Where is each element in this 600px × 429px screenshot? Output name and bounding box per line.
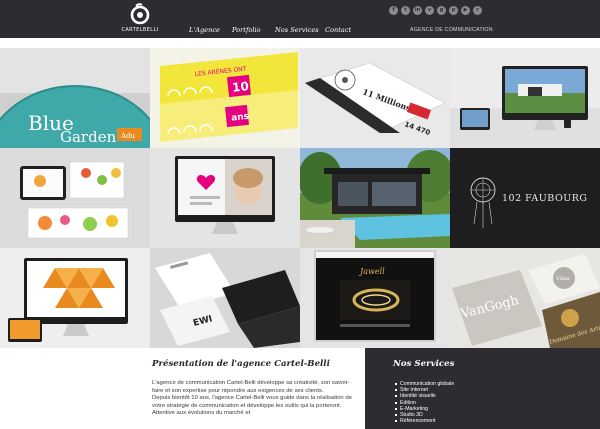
jewelry-logo-text: Jawell [358,267,385,276]
imac-website-image [450,48,600,148]
nav-item-contact[interactable]: Contact [325,26,351,34]
tile-102-faubourg[interactable]: 102 FAUBOURG [450,148,600,248]
tablet-catalog-image [0,148,150,248]
arenes-unit: ans [231,112,250,124]
blue-garden-word2: Garden [60,128,117,146]
vangogh-image: VanGogh Villas Domaine des Artistes [450,248,600,348]
tile-imac-child[interactable] [150,148,300,248]
viadeo-icon[interactable]: v [425,6,434,15]
linkedin-icon[interactable]: in [413,6,422,15]
agency-label: AGENCE DE COMMUNICATION [410,27,493,33]
arenes-image: LES ARÈNES ONT 10 ans [150,48,300,148]
presentation-title: Présentation de l'agence Cartel-Belli [152,359,330,369]
logo-mark-icon [130,3,150,25]
services-list: Communication globale Site Internet Iden… [395,381,454,424]
twitter-icon[interactable]: t [401,6,410,15]
business-cards-image: EWI [150,248,300,348]
google-plus-icon[interactable]: g [437,6,446,15]
services-section: Nos Services Communication globale Site … [365,348,600,429]
presentation-paragraph-1: L'agence de communication Cartel-Belli d… [152,380,350,394]
presentation-text: L'agence de communication Cartel-Belli d… [152,380,357,418]
portfolio-grid: Blue Garden Adu LES ARÈNES ONT 10 ans 11… [0,48,600,348]
faubourg-title: 102 FAUBOURG [502,193,587,204]
tile-imac-triangles[interactable] [0,248,150,348]
rss-icon[interactable]: r [473,6,482,15]
imac-triangles-image [0,248,150,348]
blue-garden-tag: Adu [120,132,136,140]
pinterest-icon[interactable]: p [449,6,458,15]
tile-imac-website[interactable] [450,48,600,148]
nav-item-portfolio[interactable]: Portfolio [232,26,261,34]
tile-vangogh-packaging[interactable]: VanGogh Villas Domaine des Artistes [450,248,600,348]
nav-item-services[interactable]: Nos Services [275,26,319,34]
villas-logo-text: Villas [555,276,570,282]
facebook-icon[interactable]: f [389,6,398,15]
service-item-referencement[interactable]: Référencement [395,418,454,424]
tile-business-cards[interactable]: EWI [150,248,300,348]
tile-tablet-catalog[interactable] [0,148,150,248]
logo[interactable]: CARTELBELLI [120,3,160,36]
youtube-icon[interactable]: ▶ [461,6,470,15]
tile-brochure-millions[interactable]: 11 Millions 14 470 [300,48,450,148]
tile-villa-3d[interactable] [300,148,450,248]
nav-item-agence[interactable]: L'Agence [189,26,220,34]
arenes-number: 10 [231,79,249,95]
blue-garden-image: Blue Garden Adu [0,48,150,148]
presentation-paragraph-2: Depuis bientôt 10 ans, l'agence Cartel-B… [152,395,352,417]
imac-child-image [150,148,300,248]
tile-blue-garden[interactable]: Blue Garden Adu [0,48,150,148]
villa-image [300,148,450,248]
brochure-image: 11 Millions 14 470 [300,48,450,148]
services-title: Nos Services [393,359,455,369]
tile-arenes-10-ans[interactable]: LES ARÈNES ONT 10 ans [150,48,300,148]
logo-text: CARTELBELLI [121,27,159,33]
jewelry-site-image: Jawell [300,248,450,348]
faubourg-image: 102 FAUBOURG [450,148,600,248]
top-bar: CARTELBELLI L'Agence Portfolio Nos Servi… [0,0,600,38]
tile-jewelry-site[interactable]: Jawell [300,248,450,348]
